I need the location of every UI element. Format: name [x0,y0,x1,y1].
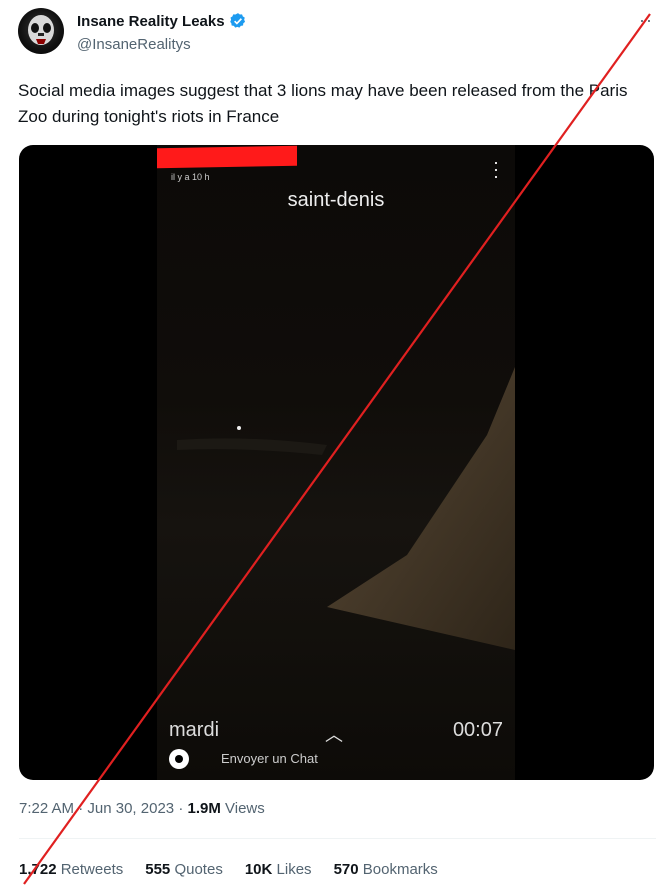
video-time-ago: il y a 10 h [171,172,210,182]
retweets-stat[interactable]: 1,722 Retweets [19,861,123,878]
video-timer: 00:07 [452,719,503,741]
video-player[interactable]: il y a 10 h saint-denis · · · mardi ︿ 00:0… [19,145,654,780]
author-handle[interactable]: @InsaneRealitys [77,36,191,53]
views-label: Views [225,800,265,817]
chat-prompt[interactable]: Envoyer un Chat [221,751,318,766]
meta-separator: · [178,800,184,817]
avatar[interactable] [18,8,64,54]
author-name-row: Insane Reality Leaks [77,12,247,30]
verified-badge-icon [229,13,245,28]
video-location-label: saint-denis [287,189,385,211]
video-day-label: mardi [169,719,220,741]
video-frame[interactable]: il y a 10 h saint-denis · · · mardi ︿ 00:0… [157,145,515,780]
skull-avatar-icon [28,15,54,45]
quotes-stat[interactable]: 555 Quotes [145,861,223,878]
bookmarks-label: Bookmarks [362,861,438,878]
tweet-meta: 7:22 AM · Jun 30, 2023 · 1.9M Views [19,800,265,817]
tweet-stats: 1,722 Retweets 555 Quotes 10K Likes 570 … [19,861,438,878]
video-more-icon[interactable]: · · · [493,153,499,185]
more-options-icon[interactable]: ·· [639,10,653,31]
quotes-count: 555 [145,861,171,878]
tweet-date[interactable]: Jun 30, 2023 [87,800,174,817]
quotes-label: Quotes [174,861,223,878]
divider [19,838,656,839]
likes-label: Likes [276,861,312,878]
redaction-bar [157,145,297,169]
meta-separator: · [78,800,84,817]
retweets-count: 1,722 [19,861,57,878]
camera-icon[interactable] [169,749,189,769]
video-scene-image [177,367,515,650]
likes-stat[interactable]: 10K Likes [245,861,312,878]
retweets-label: Retweets [60,861,124,878]
bookmarks-stat[interactable]: 570 Bookmarks [334,861,438,878]
tweet-text: Social media images suggest that 3 lions… [18,81,628,126]
tweet-time[interactable]: 7:22 AM [19,800,74,817]
chevron-up-icon[interactable]: ︿ [325,721,343,747]
likes-count: 10K [244,861,273,878]
bookmarks-count: 570 [333,861,359,878]
author-display-name[interactable]: Insane Reality Leaks [77,13,225,30]
views-count: 1.9M [187,800,221,817]
